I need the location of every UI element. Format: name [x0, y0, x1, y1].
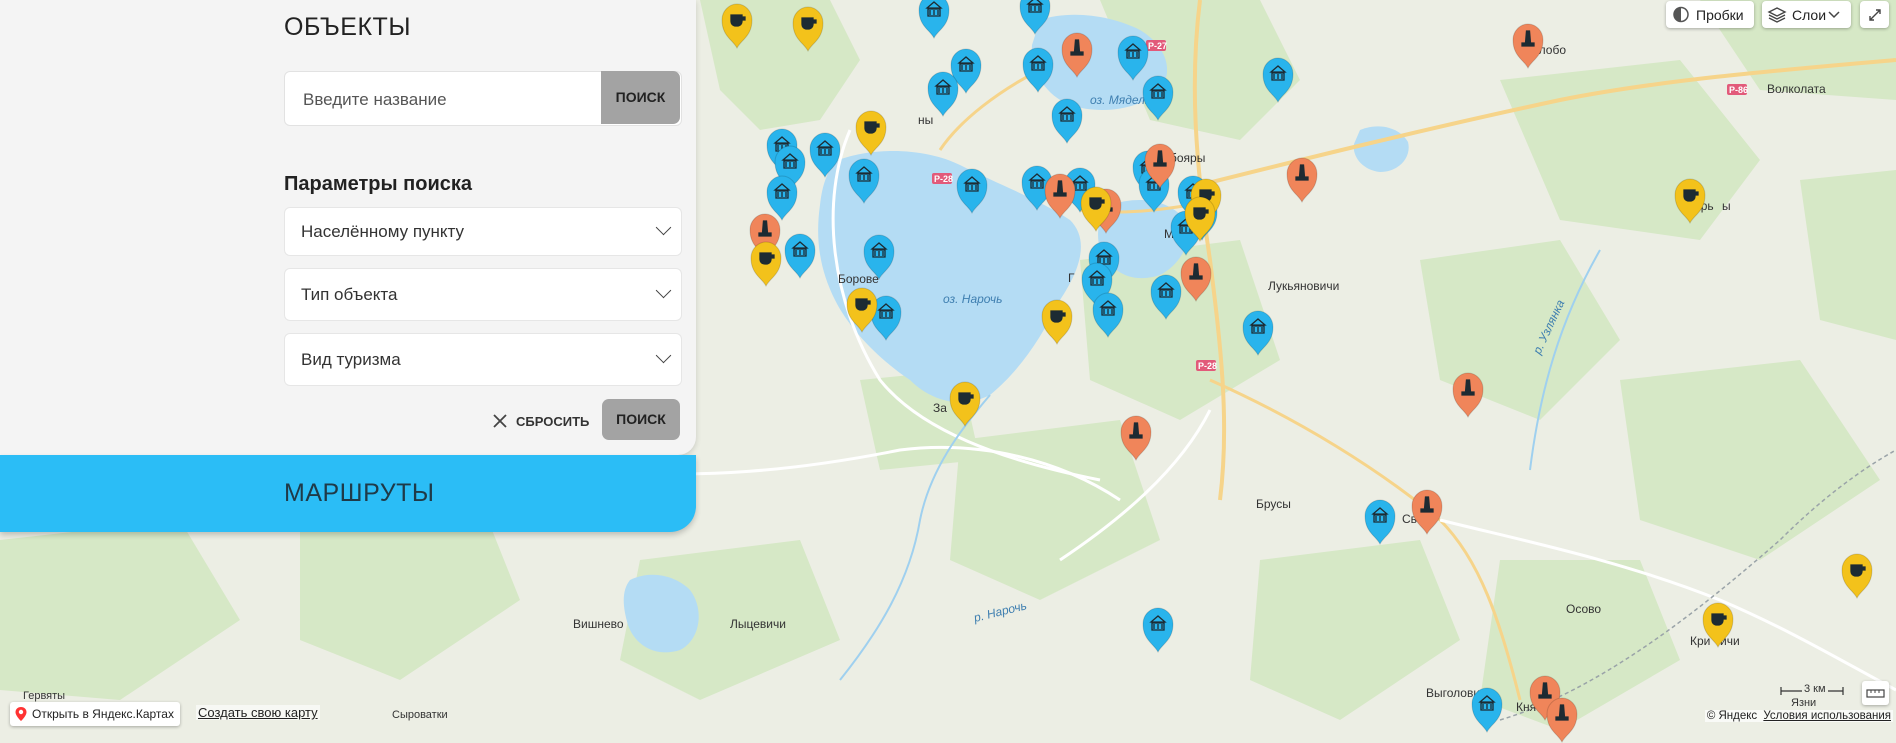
reset-button[interactable]: СБРОСИТЬ: [492, 410, 589, 432]
reset-label: СБРОСИТЬ: [516, 413, 590, 429]
label-borove: Борове: [838, 272, 879, 286]
label-zanaroch: За: [933, 401, 947, 415]
close-icon: [493, 414, 507, 428]
road-p28-east: Р-28: [1198, 361, 1217, 371]
label-volkolata: Волколата: [1767, 82, 1826, 96]
chevron-down-icon: [655, 347, 672, 364]
chevron-down-icon: [655, 282, 672, 299]
select-settlement-label: Населённому пункту: [301, 222, 465, 241]
ruler-button[interactable]: [1862, 681, 1889, 705]
label-osovo: Осово: [1566, 602, 1601, 616]
objects-panel: ОБЪЕКТЫ ПОИСК Параметры поиска Населённо…: [0, 0, 696, 455]
scale-bar: 3 км: [1780, 683, 1844, 709]
routes-title: МАРШРУТЫ: [284, 479, 435, 507]
search-button[interactable]: ПОИСК: [601, 71, 680, 124]
open-in-maps-label: Открыть в Яндекс.Картах: [32, 707, 174, 721]
objects-title: ОБЪЕКТЫ: [284, 13, 411, 41]
map-pin-icon: [15, 707, 27, 721]
chevron-down-icon: [1828, 11, 1840, 19]
select-object-type[interactable]: Тип объекта: [284, 268, 682, 321]
copyright: © Яндекс Условия использования: [1704, 710, 1893, 722]
label-syrovatki: Сыроватки: [392, 709, 448, 721]
select-settlement[interactable]: Населённому пункту: [284, 207, 682, 256]
copyright-label: © Яндекс: [1706, 710, 1758, 722]
select-tourism-type[interactable]: Вид туризма: [284, 333, 682, 386]
label-vygolovichi: Выголови: [1426, 686, 1480, 700]
label-lukyanovichi: Лукьяновичи: [1268, 279, 1339, 293]
create-map-link[interactable]: Создать свою карту: [196, 705, 320, 720]
layers-label: Слои: [1792, 6, 1827, 23]
submit-search-button[interactable]: ПОИСК: [602, 399, 680, 440]
road-p27: Р-27: [1148, 41, 1167, 51]
params-title: Параметры поиска: [284, 173, 472, 195]
terms-link[interactable]: Условия использования: [1763, 710, 1891, 722]
label-lake-myadel: оз. Мядель: [1090, 93, 1151, 107]
label-ny: ны: [918, 113, 933, 127]
label-staroe-end: ы: [1722, 199, 1731, 213]
layers-icon: [1767, 7, 1787, 23]
label-vishnevo: Вишнево: [573, 617, 624, 631]
layers-button[interactable]: Слои: [1762, 1, 1851, 28]
routes-bar[interactable]: МАРШРУТЫ: [0, 455, 696, 532]
traffic-label: Пробки: [1696, 6, 1744, 23]
traffic-icon: [1673, 6, 1689, 23]
search-input[interactable]: [301, 72, 605, 127]
label-krivichi: Кри: [1690, 634, 1710, 648]
road-p28-west: Р-28: [934, 174, 953, 184]
select-object-type-label: Тип объекта: [301, 285, 398, 304]
scale-label: 3 км: [1802, 683, 1828, 695]
label-gervyaty: Гервяты: [23, 690, 65, 702]
select-tourism-type-label: Вид туризма: [301, 350, 401, 369]
ruler-icon: [1866, 689, 1885, 698]
label-lytsevichi: Лыцевичи: [730, 617, 786, 631]
road-p86: Р-86: [1729, 85, 1748, 95]
chevron-down-icon: [655, 219, 672, 236]
open-in-yandex-maps[interactable]: Открыть в Яндекс.Картах: [10, 702, 180, 726]
traffic-button[interactable]: Пробки: [1666, 1, 1754, 28]
label-brusy: Брусы: [1256, 497, 1291, 511]
expand-icon: [1868, 8, 1881, 21]
label-lake-naroch: оз. Нарочь: [943, 292, 1002, 306]
fullscreen-button[interactable]: [1860, 1, 1889, 28]
label-gatovichi: Г: [1068, 271, 1075, 285]
